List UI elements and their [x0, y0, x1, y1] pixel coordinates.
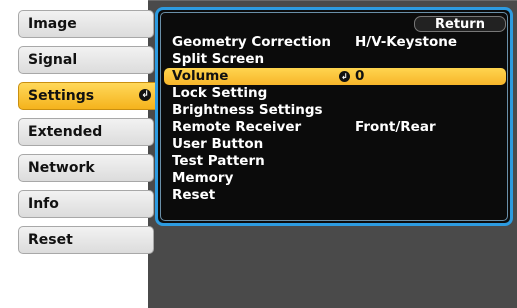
menu-row-label: Volume	[172, 68, 229, 84]
enter-icon: ↲	[139, 89, 151, 101]
sidebar-item-label: Signal	[28, 52, 78, 68]
menu-row-value: 0	[355, 68, 365, 84]
sidebar-item-settings[interactable]: Settings ↲	[18, 82, 160, 110]
menu-row-user-button[interactable]: User Button	[164, 136, 506, 153]
menu-row-label: User Button	[172, 136, 264, 152]
menu-row-label: Test Pattern	[172, 153, 265, 169]
menu-row-geometry-correction[interactable]: Geometry Correction H/V-Keystone	[164, 34, 506, 51]
menu-row-label: Reset	[172, 187, 216, 203]
menu-row-label: Lock Setting	[172, 85, 268, 101]
sidebar-item-label: Reset	[28, 232, 73, 248]
sidebar-item-reset[interactable]: Reset	[18, 226, 154, 254]
menu-row-brightness-settings[interactable]: Brightness Settings	[164, 102, 506, 119]
sidebar-item-label: Extended	[28, 124, 103, 140]
sidebar-item-label: Network	[28, 160, 95, 176]
sidebar: Image Signal Settings ↲ Extended Network…	[18, 10, 160, 262]
menu-row-memory[interactable]: Memory	[164, 170, 506, 187]
return-button[interactable]: Return	[414, 16, 506, 32]
sidebar-item-image[interactable]: Image	[18, 10, 154, 38]
settings-submenu-panel: Return Geometry Correction H/V-Keystone …	[155, 7, 513, 226]
sidebar-item-label: Settings	[28, 88, 95, 104]
sidebar-item-signal[interactable]: Signal	[18, 46, 154, 74]
menu-row-volume[interactable]: Volume ↲ 0	[164, 68, 506, 85]
menu-row-test-pattern[interactable]: Test Pattern	[164, 153, 506, 170]
menu-row-label: Split Screen	[172, 51, 265, 67]
menu-row-label: Brightness Settings	[172, 102, 323, 118]
sidebar-item-network[interactable]: Network	[18, 154, 154, 182]
menu-row-label: Remote Receiver	[172, 119, 302, 135]
menu-row-remote-receiver[interactable]: Remote Receiver Front/Rear	[164, 119, 506, 136]
menu-row-split-screen[interactable]: Split Screen	[164, 51, 506, 68]
menu-row-label: Geometry Correction	[172, 34, 331, 50]
sidebar-item-label: Image	[28, 16, 77, 32]
sidebar-item-label: Info	[28, 196, 59, 212]
sidebar-item-info[interactable]: Info	[18, 190, 154, 218]
projector-menu-screen: Image Signal Settings ↲ Extended Network…	[18, 0, 517, 308]
menu-row-label: Memory	[172, 170, 234, 186]
enter-icon: ↲	[339, 71, 350, 82]
menu-row-value: Front/Rear	[355, 119, 436, 135]
sidebar-item-extended[interactable]: Extended	[18, 118, 154, 146]
menu-row-reset[interactable]: Reset	[164, 187, 506, 204]
menu-row-lock-setting[interactable]: Lock Setting	[164, 85, 506, 102]
menu-row-value: H/V-Keystone	[355, 34, 458, 50]
